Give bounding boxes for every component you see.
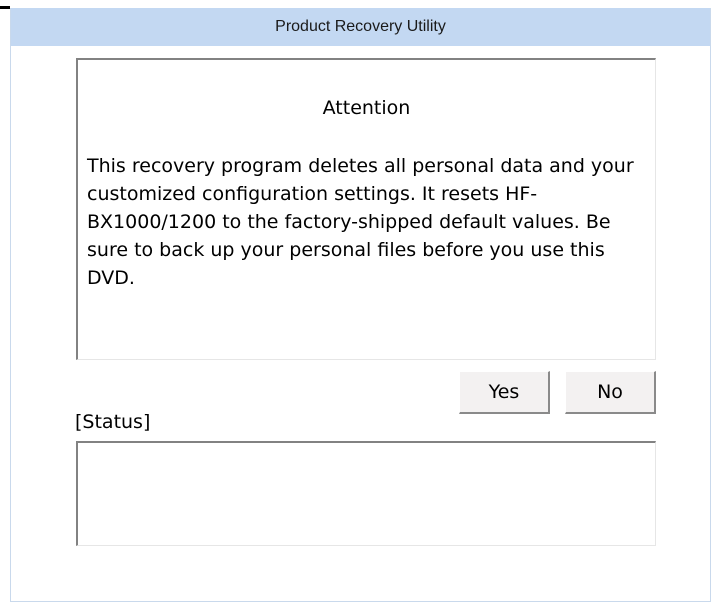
- status-output-box[interactable]: [76, 441, 656, 546]
- attention-message-panel: Attention This recovery program deletes …: [76, 58, 656, 360]
- status-label: [Status]: [75, 411, 151, 433]
- yes-button[interactable]: Yes: [459, 371, 550, 414]
- window-corner-mark: [0, 6, 10, 9]
- recovery-dialog-window: Product Recovery Utility Attention This …: [10, 8, 711, 602]
- attention-message-text: This recovery program deletes all person…: [87, 155, 634, 289]
- attention-heading: Attention: [322, 97, 411, 119]
- window-title: Product Recovery Utility: [11, 8, 710, 46]
- no-button[interactable]: No: [565, 371, 656, 414]
